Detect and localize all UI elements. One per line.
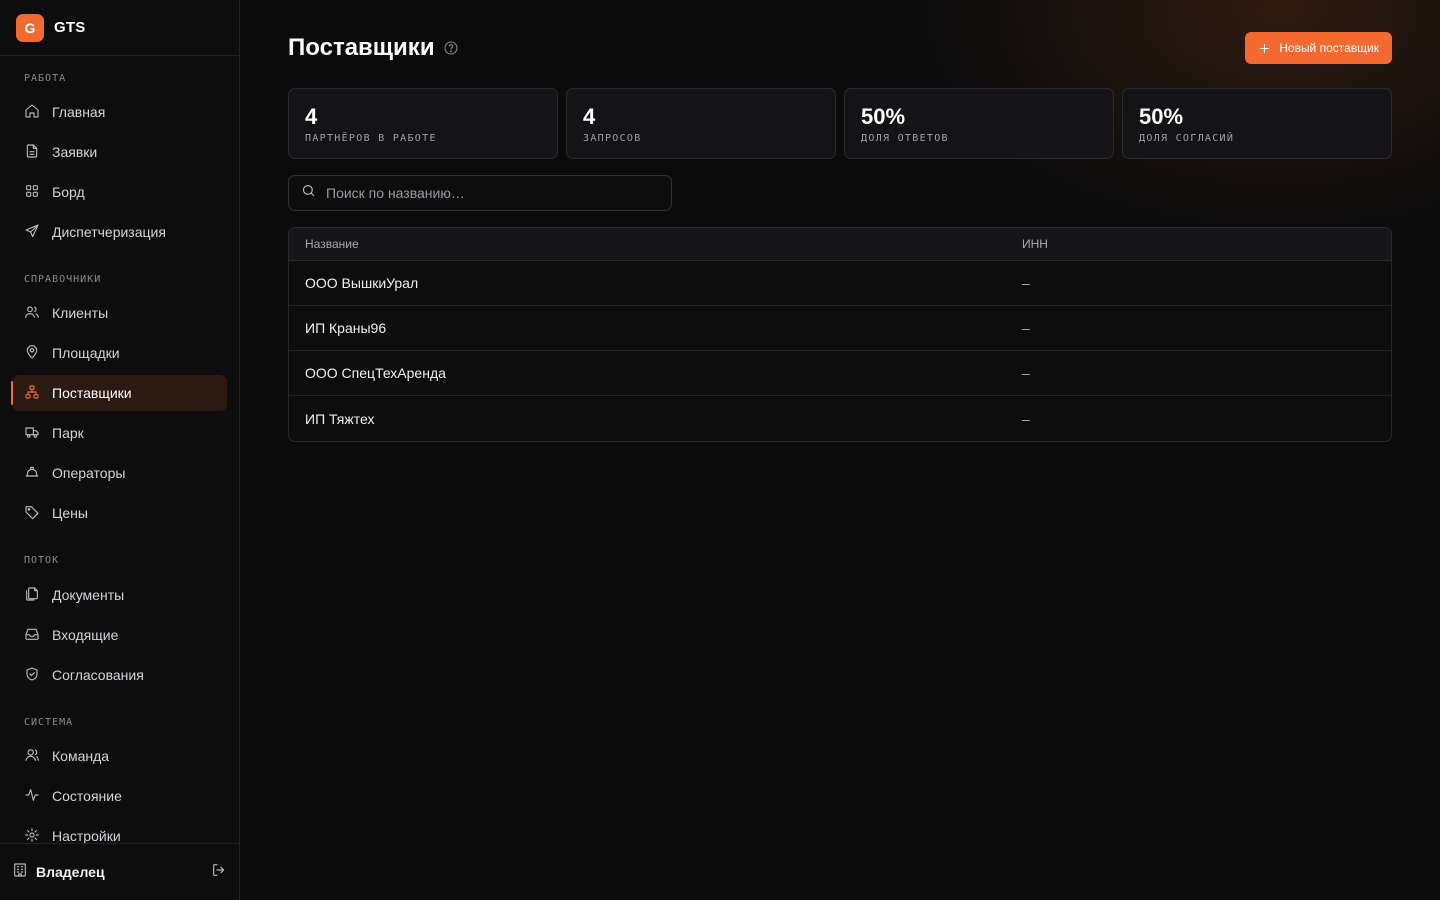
supplier-inn: – (1022, 365, 1030, 381)
table-header: Название ИНН (289, 228, 1391, 261)
sidebar-item-label: Клиенты (52, 305, 109, 321)
supplier-name: ИП Краны96 (305, 320, 387, 336)
sidebar-item-requests[interactable]: Заявки (12, 134, 227, 170)
stat-card-requests: 4 ЗАПРОСОВ (566, 88, 836, 159)
stat-card-response-rate: 50% ДОЛЯ ОТВЕТОВ (844, 88, 1114, 159)
sidebar-item-label: Настройки (52, 828, 121, 844)
sidebar-item-label: Площадки (52, 345, 120, 361)
shield-check-icon (24, 666, 40, 685)
users-icon (24, 304, 40, 323)
stat-value: 4 (583, 104, 596, 129)
team-icon (24, 747, 40, 766)
sidebar-item-label: Операторы (52, 465, 126, 481)
section-title-flow: ПОТОК (24, 555, 60, 566)
column-header-name[interactable]: Название (289, 237, 1022, 251)
search-box (288, 175, 672, 211)
sidebar-item-label: Главная (52, 104, 106, 120)
sidebar-item-clients[interactable]: Клиенты (12, 295, 227, 331)
sidebar-item-home[interactable]: Главная (12, 94, 227, 130)
network-icon (24, 384, 40, 403)
sidebar-item-label: Диспетчеризация (52, 224, 166, 240)
sidebar-item-label: Цены (52, 505, 88, 521)
help-icon[interactable] (443, 40, 459, 56)
brand-name: GTS (54, 19, 86, 36)
map-pin-icon (24, 344, 40, 363)
stat-card-approval-rate: 50% ДОЛЯ СОГЛАСИЙ (1122, 88, 1392, 159)
table-row[interactable]: ИП Краны96 – (289, 306, 1391, 351)
truck-icon (24, 424, 40, 443)
plus-icon (1260, 43, 1270, 53)
stat-label: ЗАПРОСОВ (583, 133, 642, 144)
sidebar-item-label: Документы (52, 587, 125, 603)
sidebar-item-board[interactable]: Борд (12, 174, 227, 210)
table-row[interactable]: ООО ВышкиУрал – (289, 261, 1391, 306)
sidebar-item-label: Заявки (52, 144, 98, 160)
supplier-inn: – (1022, 320, 1030, 336)
logout-icon[interactable] (211, 862, 227, 883)
brand-logo: G (16, 13, 44, 42)
sidebar-item-label: Борд (52, 184, 85, 200)
sidebar-item-label: Поставщики (52, 385, 132, 401)
home-icon (24, 103, 40, 122)
supplier-name: ИП Тяжтех (305, 410, 375, 427)
sidebar-item-label: Согласования (52, 667, 144, 683)
supplier-name: ООО ВышкиУрал (305, 275, 419, 291)
sidebar-item-documents[interactable]: Документы (12, 577, 227, 613)
sidebar-item-label: Парк (52, 425, 84, 441)
inbox-icon (24, 626, 40, 645)
send-icon (24, 223, 40, 242)
sidebar-item-label: Команда (52, 748, 110, 764)
main-content: Поставщики Новый поставщик 4 ПАРТНЁРОВ В… (240, 0, 1440, 900)
page-title: Поставщики (288, 34, 435, 61)
section-title-system: СИСТЕМА (24, 717, 74, 728)
sidebar-nav: РАБОТА Главная Заявки Борд Диспетчеризац… (0, 56, 239, 854)
sidebar-item-inbox[interactable]: Входящие (12, 617, 227, 653)
new-supplier-button[interactable]: Новый поставщик (1245, 32, 1392, 64)
page-header: Поставщики Новый поставщик (288, 30, 1392, 66)
column-header-inn[interactable]: ИНН (1022, 237, 1391, 251)
stat-value: 4 (305, 104, 318, 129)
sidebar-item-sites[interactable]: Площадки (12, 335, 227, 371)
file-icon (24, 143, 40, 162)
supplier-name: ООО СпецТехАренда (305, 365, 446, 381)
suppliers-table: Название ИНН ООО ВышкиУрал – ИП Краны96 … (288, 227, 1392, 442)
stat-value: 50% (1139, 104, 1184, 129)
new-supplier-label: Новый поставщик (1279, 41, 1379, 55)
search-input[interactable] (326, 185, 646, 201)
stat-label: ДОЛЯ СОГЛАСИЙ (1139, 133, 1235, 144)
table-row[interactable]: ООО СпецТехАренда – (289, 351, 1391, 396)
sidebar-item-label: Состояние (52, 788, 122, 804)
stat-label: ДОЛЯ ОТВЕТОВ (861, 133, 949, 144)
sidebar-item-suppliers[interactable]: Поставщики (11, 375, 227, 411)
stats-row: 4 ПАРТНЁРОВ В РАБОТЕ 4 ЗАПРОСОВ 50% ДОЛЯ… (288, 88, 1392, 159)
building-icon (12, 862, 28, 883)
grid-icon (24, 183, 40, 202)
section-title-directories: СПРАВОЧНИКИ (24, 274, 102, 285)
section-title-work: РАБОТА (24, 73, 67, 84)
supplier-inn: – (1022, 275, 1030, 291)
sidebar-item-operators[interactable]: Операторы (12, 455, 227, 491)
sidebar-item-label: Входящие (52, 627, 119, 643)
brand[interactable]: G GTS (0, 0, 239, 56)
sidebar-footer: Владелец (0, 843, 239, 900)
activity-icon (24, 787, 40, 806)
search-icon (301, 183, 316, 203)
stat-card-partners: 4 ПАРТНЁРОВ В РАБОТЕ (288, 88, 558, 159)
supplier-inn: – (1022, 410, 1030, 427)
sidebar-item-status[interactable]: Состояние (12, 778, 227, 814)
hard-hat-icon (24, 464, 40, 483)
stat-value: 50% (861, 104, 906, 129)
tag-icon (24, 504, 40, 523)
documents-icon (24, 586, 40, 605)
sidebar-item-approvals[interactable]: Согласования (12, 657, 227, 693)
sidebar-item-prices[interactable]: Цены (12, 495, 227, 531)
sidebar-item-team[interactable]: Команда (12, 738, 227, 774)
sidebar-item-fleet[interactable]: Парк (12, 415, 227, 451)
sidebar-item-dispatch[interactable]: Диспетчеризация (12, 214, 227, 250)
sidebar: G GTS РАБОТА Главная Заявки Борд Диспетч… (0, 0, 240, 900)
account-role[interactable]: Владелец (36, 864, 211, 880)
table-row[interactable]: ИП Тяжтех – (289, 396, 1391, 441)
stat-label: ПАРТНЁРОВ В РАБОТЕ (305, 133, 437, 144)
